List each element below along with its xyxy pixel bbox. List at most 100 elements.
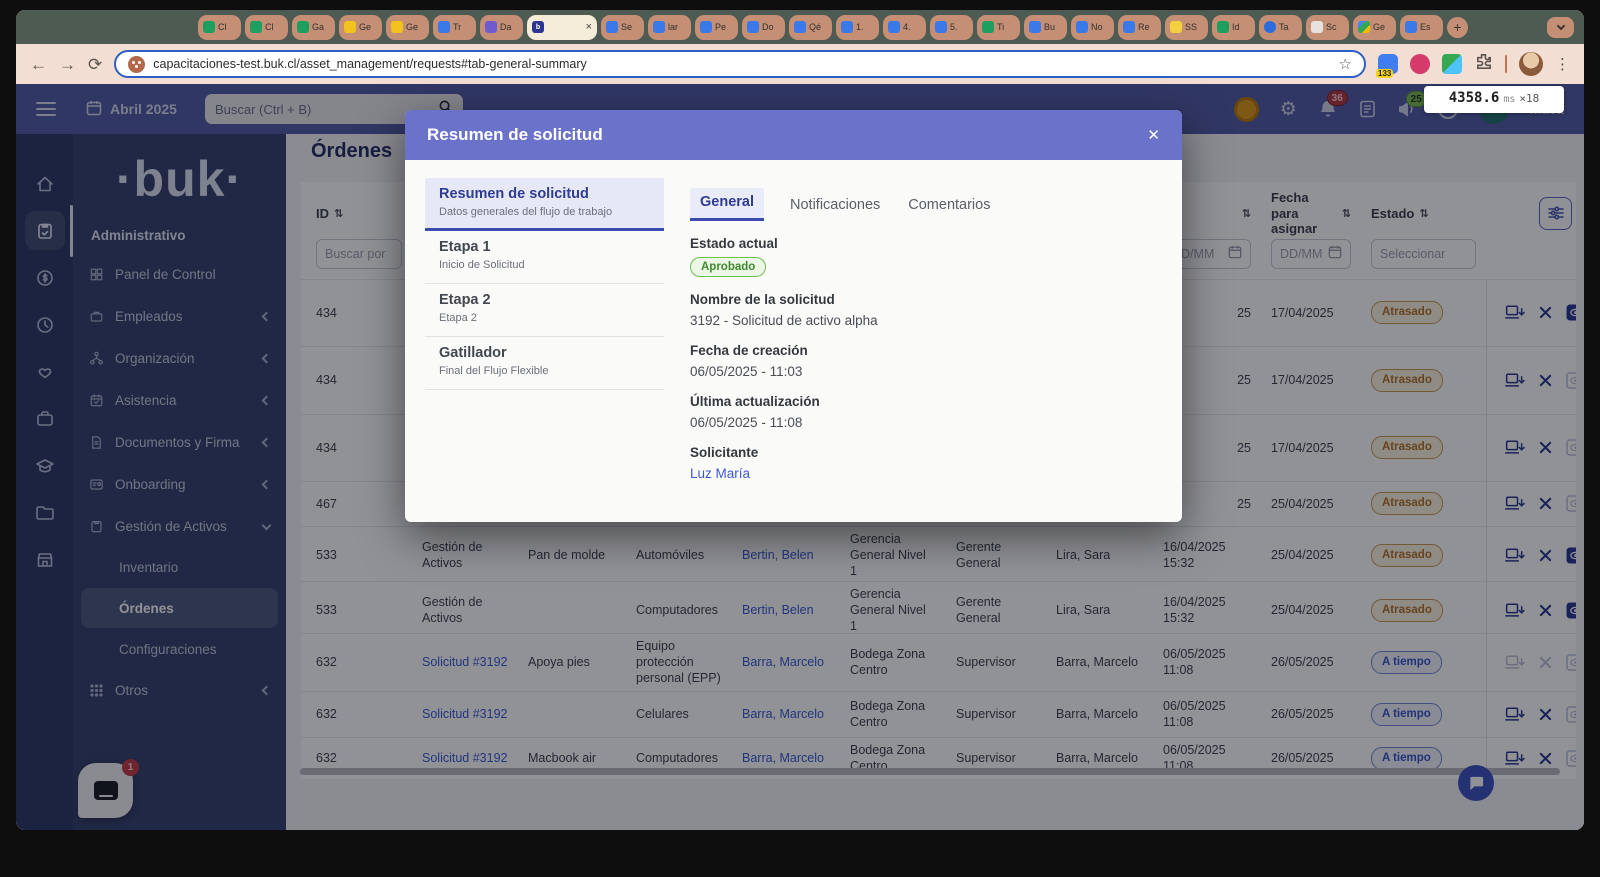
browser-tab[interactable]: Se bbox=[601, 15, 644, 40]
browser-tab[interactable]: lar bbox=[648, 15, 691, 40]
tab-label: Ge bbox=[359, 22, 371, 32]
tab-label: Cl bbox=[265, 22, 274, 32]
tab-favicon bbox=[841, 21, 853, 33]
step-subtitle: Datos generales del flujo de trabajo bbox=[439, 206, 650, 218]
tab-favicon bbox=[1170, 21, 1182, 33]
browser-tab[interactable]: Qé bbox=[789, 15, 832, 40]
browser-tab[interactable]: Bu bbox=[1024, 15, 1067, 40]
browser-tab[interactable]: Es bbox=[1400, 15, 1443, 40]
modal-tab-comentarios[interactable]: Comentarios bbox=[906, 191, 992, 221]
tab-favicon bbox=[1311, 21, 1323, 33]
modal-content: General Notificaciones Comentarios Estado … bbox=[690, 178, 1158, 481]
modal-step-etapa-2[interactable]: Etapa 2Etapa 2 bbox=[425, 284, 664, 337]
browser-tab[interactable]: Do bbox=[742, 15, 785, 40]
tab-favicon bbox=[888, 21, 900, 33]
field-label: Última actualización bbox=[690, 394, 1158, 409]
step-title: Gatillador bbox=[439, 345, 650, 361]
puzzle-icon[interactable] bbox=[1474, 52, 1493, 76]
modal-tab-general[interactable]: General bbox=[690, 188, 764, 221]
field-value: 3192 - Solicitud de activo alpha bbox=[690, 313, 1158, 328]
browser-tab[interactable]: Tr bbox=[433, 15, 476, 40]
tab-favicon bbox=[747, 21, 759, 33]
extension-icon[interactable] bbox=[1442, 54, 1462, 74]
back-button[interactable]: ← bbox=[30, 56, 47, 73]
tab-label: 4. bbox=[903, 22, 911, 32]
field-label: Estado actual bbox=[690, 236, 1158, 251]
screen: ClClGaGeGeTrDab×SelarPeDoQé1.4.5.TiBuNoR… bbox=[0, 0, 1600, 877]
solicitante-link[interactable]: Luz María bbox=[690, 466, 750, 481]
tab-label: Id bbox=[1232, 22, 1240, 32]
browser-profile-avatar[interactable] bbox=[1519, 52, 1543, 76]
forward-button[interactable]: → bbox=[59, 56, 76, 73]
browser-tab[interactable]: Ge bbox=[1353, 15, 1396, 40]
browser-tab[interactable]: Da bbox=[480, 15, 523, 40]
browser-tab[interactable]: 4. bbox=[883, 15, 926, 40]
status-badge: Aprobado bbox=[690, 257, 766, 277]
bookmark-star-icon[interactable]: ☆ bbox=[1339, 55, 1352, 73]
browser-tab[interactable]: b× bbox=[527, 15, 597, 40]
tab-label: lar bbox=[668, 22, 678, 32]
tab-favicon bbox=[1405, 21, 1417, 33]
browser-tab[interactable]: No bbox=[1071, 15, 1114, 40]
reload-button[interactable]: ⟳ bbox=[88, 56, 102, 73]
modal-step-etapa-1[interactable]: Etapa 1Inicio de Solicitud bbox=[425, 231, 664, 284]
url-text[interactable]: capacitaciones-test.buk.cl/asset_managem… bbox=[153, 57, 1330, 71]
browser-tab[interactable]: 5. bbox=[930, 15, 973, 40]
browser-tab[interactable]: Pe bbox=[695, 15, 738, 40]
tab-favicon bbox=[438, 21, 450, 33]
tab-favicon bbox=[1217, 21, 1229, 33]
divider bbox=[1505, 55, 1507, 73]
extensions-area: 133 ⋮ bbox=[1378, 52, 1570, 76]
tabs-container: Cl Cl Ga Ge Ge Tr Dab× Se lar Pe Do Qé1. 4. 5. TiBuNoR… bbox=[198, 15, 1443, 40]
tab-favicon bbox=[935, 21, 947, 33]
browser-toolbar: ← → ⟳ capacitaciones-test.buk.cl/asset_m… bbox=[16, 44, 1584, 84]
tab-label: Ga bbox=[312, 22, 324, 32]
chevron-down-icon bbox=[1556, 21, 1564, 29]
field-value: 06/05/2025 - 11:03 bbox=[690, 364, 1158, 379]
browser-tab[interactable]: Ge bbox=[339, 15, 382, 40]
browser-tab[interactable]: Re bbox=[1118, 15, 1161, 40]
browser-tab[interactable]: Id bbox=[1212, 15, 1255, 40]
modal-body: Resumen de solicitudDatos generales del … bbox=[405, 160, 1182, 481]
browser-tab[interactable]: Cl bbox=[245, 15, 288, 40]
tab-label: 5. bbox=[950, 22, 958, 32]
field-label: Solicitante bbox=[690, 445, 1158, 460]
browser-tab[interactable]: 1. bbox=[836, 15, 879, 40]
browser-tab[interactable]: Ta bbox=[1259, 15, 1302, 40]
tab-label: Cl bbox=[218, 22, 227, 32]
modal-tabs: General Notificaciones Comentarios bbox=[690, 188, 1158, 221]
tab-search-button[interactable] bbox=[1547, 17, 1574, 38]
field-value: 06/05/2025 - 11:08 bbox=[690, 415, 1158, 430]
tab-label: SS bbox=[1185, 22, 1197, 32]
app-window: Abril 2025 Buscar (Ctrl + B) ⚙ 36 bbox=[16, 84, 1584, 830]
tab-favicon bbox=[653, 21, 665, 33]
browser-tab[interactable]: Cl bbox=[198, 15, 241, 40]
browser-tab[interactable]: Ti bbox=[977, 15, 1020, 40]
site-icon bbox=[128, 56, 145, 73]
step-title: Etapa 1 bbox=[439, 239, 650, 255]
browser-tab[interactable]: Sc bbox=[1306, 15, 1349, 40]
tab-favicon bbox=[1029, 21, 1041, 33]
modal-step-resumen-de-solicitud[interactable]: Resumen de solicitudDatos generales del … bbox=[425, 178, 664, 231]
tab-label: Do bbox=[762, 22, 774, 32]
close-icon[interactable]: ✕ bbox=[1147, 126, 1160, 144]
browser-menu-icon[interactable]: ⋮ bbox=[1555, 55, 1570, 73]
field-label: Fecha de creación bbox=[690, 343, 1158, 358]
tab-favicon bbox=[700, 21, 712, 33]
new-tab-button[interactable]: + bbox=[1447, 17, 1468, 38]
modal-tab-notificaciones[interactable]: Notificaciones bbox=[788, 191, 882, 221]
browser-tab[interactable]: Ga bbox=[292, 15, 335, 40]
tab-label: Se bbox=[621, 22, 632, 32]
tab-favicon bbox=[1358, 21, 1370, 33]
tab-favicon bbox=[1123, 21, 1135, 33]
modal-step-gatillador[interactable]: GatilladorFinal del Flujo Flexible bbox=[425, 337, 664, 390]
url-bar[interactable]: capacitaciones-test.buk.cl/asset_managem… bbox=[114, 50, 1366, 78]
modal-header: Resumen de solicitud ✕ bbox=[405, 110, 1182, 160]
extension-icon[interactable] bbox=[1410, 54, 1430, 74]
modal-step-nav: Resumen de solicitudDatos generales del … bbox=[425, 178, 664, 481]
extension-icon[interactable]: 133 bbox=[1378, 54, 1398, 74]
browser-tab[interactable]: Ge bbox=[386, 15, 429, 40]
browser-tab[interactable]: SS bbox=[1165, 15, 1208, 40]
tab-close-icon[interactable]: × bbox=[586, 21, 592, 33]
tab-label: Tr bbox=[453, 22, 461, 32]
